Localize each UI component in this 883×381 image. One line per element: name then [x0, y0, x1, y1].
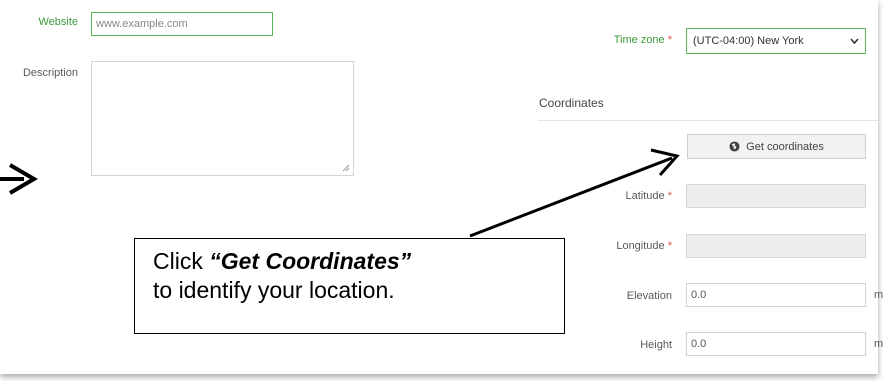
callout-emphasis: “Get Coordinates”: [209, 248, 412, 274]
left-arrow-icon: [0, 163, 38, 195]
pointer-arrow-icon: [469, 148, 680, 238]
callout-line-1: Click “Get Coordinates”: [153, 247, 546, 276]
callout-prefix: Click: [153, 248, 203, 274]
callout-line-2: to identify your location.: [153, 277, 395, 303]
instruction-callout: Click “Get Coordinates” to identify your…: [134, 238, 565, 334]
